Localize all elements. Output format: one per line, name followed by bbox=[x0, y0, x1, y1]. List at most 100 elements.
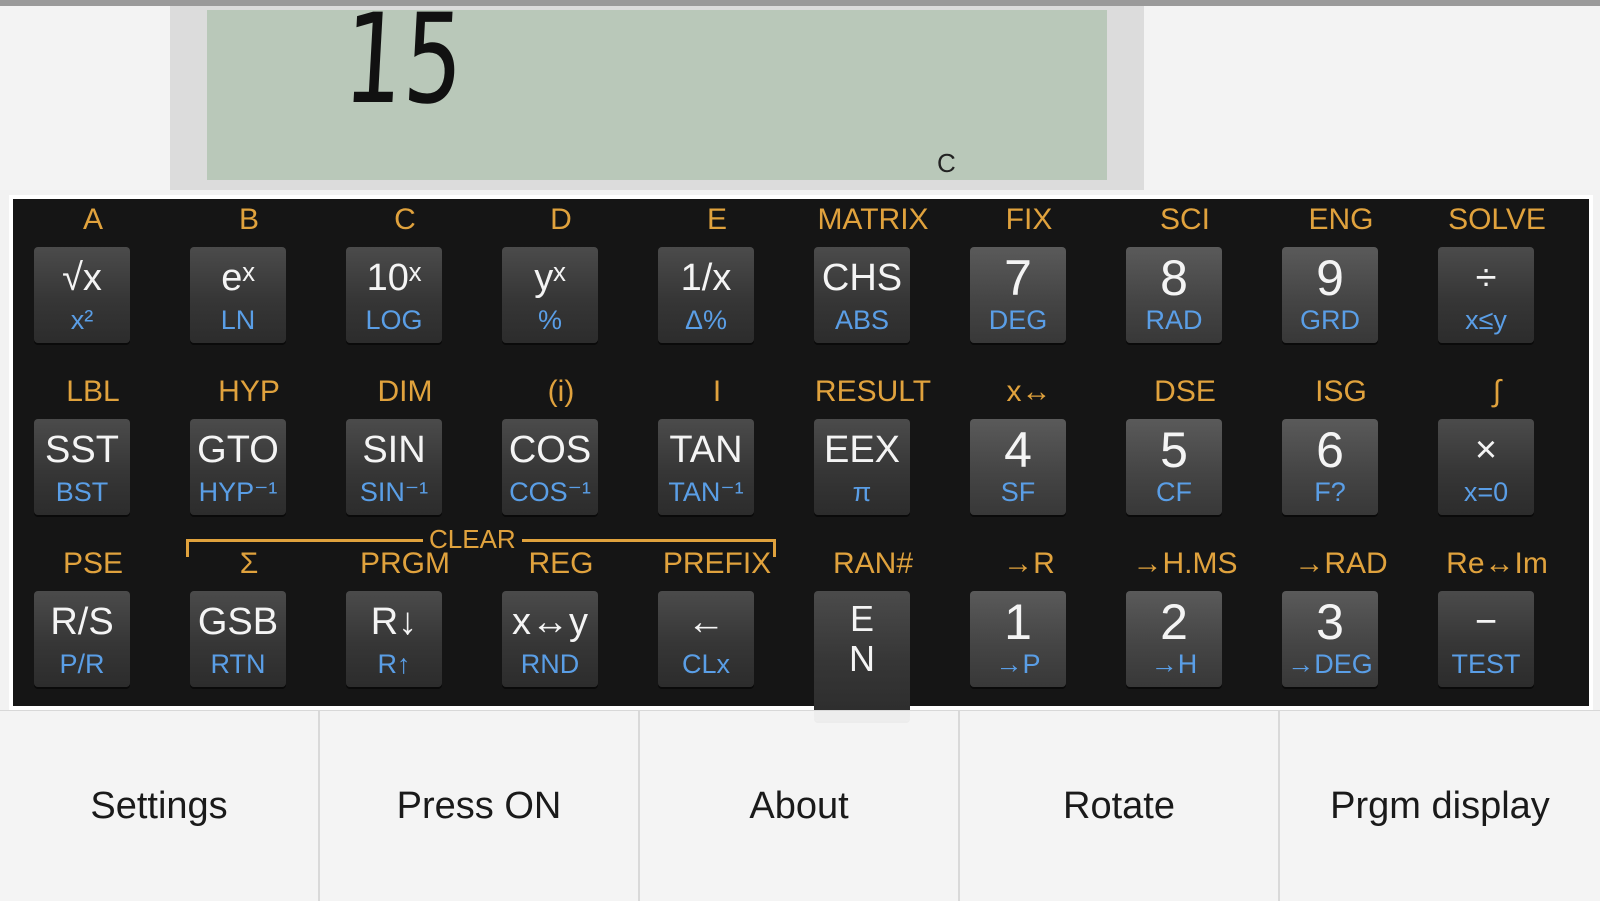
key-sqrt[interactable]: A √x x² bbox=[13, 199, 173, 371]
key-cap[interactable]: 6 F? bbox=[1282, 419, 1378, 515]
key-gold-label: →R bbox=[1003, 547, 1055, 580]
key-cap[interactable]: 1 →P bbox=[970, 591, 1066, 687]
key-cap[interactable]: GSB RTN bbox=[190, 591, 286, 687]
key-1[interactable]: →R 1 →P bbox=[949, 543, 1109, 715]
key-cap[interactable]: CHS ABS bbox=[814, 247, 910, 343]
key-cap[interactable]: 8 RAD bbox=[1126, 247, 1222, 343]
key-cap[interactable]: 3 →DEG bbox=[1282, 591, 1378, 687]
menu-rotate[interactable]: Rotate bbox=[960, 711, 1280, 901]
key-main-label: SST bbox=[45, 429, 119, 471]
display-value: 15 bbox=[339, 0, 470, 132]
key-cap[interactable]: R/S P/R bbox=[34, 591, 130, 687]
key-cap[interactable]: √x x² bbox=[34, 247, 130, 343]
menu-settings[interactable]: Settings bbox=[0, 711, 320, 901]
key-4[interactable]: x↔ 4 SF bbox=[949, 371, 1109, 543]
key-gold-label: RESULT bbox=[814, 375, 932, 408]
key-cap[interactable]: yˣ% bbox=[502, 247, 598, 343]
key-cap[interactable]: 9 GRD bbox=[1282, 247, 1378, 343]
key-gold-label: ∫ bbox=[1492, 375, 1502, 408]
keypad: A √x x² B eˣ LN C 10ˣ LOG D yˣ% E 1/x Δ% MAT… bbox=[9, 195, 1593, 721]
key-ten-power-x[interactable]: C 10ˣ LOG bbox=[325, 199, 485, 371]
key-main-label: x↔y bbox=[512, 601, 588, 643]
key-3[interactable]: →RAD 3 →DEG bbox=[1261, 543, 1421, 715]
key-cap[interactable]: ÷ x≤y bbox=[1438, 247, 1534, 343]
key-blue-label: LN bbox=[220, 305, 256, 335]
key-6[interactable]: ISG 6 F? bbox=[1261, 371, 1421, 543]
key-cap[interactable]: EEX π bbox=[814, 419, 910, 515]
key-main-label: GSB bbox=[197, 601, 279, 643]
key-blue-label: CLx bbox=[681, 649, 730, 679]
key-cap[interactable]: − TEST bbox=[1438, 591, 1534, 687]
key-tan[interactable]: I TAN TAN⁻¹ bbox=[637, 371, 797, 543]
key-main-label: 3 bbox=[1316, 594, 1344, 650]
key-cap[interactable]: x↔y RND bbox=[502, 591, 598, 687]
key-cap[interactable]: 5 CF bbox=[1126, 419, 1222, 515]
key-run-stop[interactable]: PSE R/S P/R bbox=[13, 543, 173, 715]
key-5[interactable]: DSE 5 CF bbox=[1105, 371, 1265, 543]
key-cap[interactable]: 10ˣ LOG bbox=[346, 247, 442, 343]
key-cap[interactable]: ← CLx bbox=[658, 591, 754, 687]
key-y-power-x[interactable]: D yˣ% bbox=[481, 199, 641, 371]
key-gold-label: MATRIX bbox=[817, 203, 929, 236]
key-main-label: 10ˣ bbox=[366, 257, 422, 299]
key-cap[interactable]: 4 SF bbox=[970, 419, 1066, 515]
key-8[interactable]: SCI 8 RAD bbox=[1105, 199, 1265, 371]
key-main-label: ÷ bbox=[1475, 257, 1497, 299]
key-blue-label: F? bbox=[1314, 477, 1346, 507]
key-main-label: EEX bbox=[823, 429, 901, 471]
key-gold-label: DIM bbox=[377, 375, 433, 408]
key-cap[interactable]: E N bbox=[814, 591, 910, 721]
key-blue-label: DEG bbox=[988, 305, 1048, 335]
key-9[interactable]: ENG 9 GRD bbox=[1261, 199, 1421, 371]
key-main-label: 7 bbox=[1004, 250, 1032, 306]
key-gold-label: PRGM bbox=[360, 547, 450, 580]
key-blue-label: →H bbox=[1150, 649, 1198, 679]
key-reciprocal[interactable]: E 1/x Δ% bbox=[637, 199, 797, 371]
key-gold-label: REG bbox=[528, 547, 594, 580]
key-cap[interactable]: SIN SIN⁻¹ bbox=[346, 419, 442, 515]
key-backspace[interactable]: PREFIX ← CLx bbox=[637, 543, 797, 715]
key-blue-label: CF bbox=[1156, 477, 1192, 507]
key-cap[interactable]: SST BST bbox=[34, 419, 130, 515]
key-divide[interactable]: SOLVE ÷ x≤y bbox=[1417, 199, 1577, 371]
key-cap[interactable]: R↓ R↑ bbox=[346, 591, 442, 687]
key-enter[interactable]: RAN# E N bbox=[793, 543, 953, 721]
key-cap[interactable]: GTO HYP⁻¹ bbox=[190, 419, 286, 515]
key-main-label: 5 bbox=[1160, 422, 1188, 478]
key-eex[interactable]: RESULT EEX π bbox=[793, 371, 953, 543]
key-cos[interactable]: (i) COS COS⁻¹ bbox=[481, 371, 641, 543]
key-roll-down[interactable]: PRGM R↓ R↑ bbox=[325, 543, 485, 715]
key-gold-label: Σ bbox=[239, 547, 259, 580]
key-cap[interactable]: 1/x Δ% bbox=[658, 247, 754, 343]
key-blue-label: HYP⁻¹ bbox=[198, 477, 278, 507]
menu-prgm-display[interactable]: Prgm display bbox=[1280, 711, 1600, 901]
key-subtract[interactable]: Re↔Im − TEST bbox=[1417, 543, 1577, 715]
key-cap[interactable]: 2 →H bbox=[1126, 591, 1222, 687]
key-gold-label: FIX bbox=[1005, 203, 1053, 236]
key-chs[interactable]: MATRIX CHS ABS bbox=[793, 199, 953, 371]
key-blue-label: RND bbox=[520, 649, 580, 679]
key-cap[interactable]: eˣ LN bbox=[190, 247, 286, 343]
key-main-label: eˣ bbox=[221, 257, 255, 299]
key-gto[interactable]: HYP GTO HYP⁻¹ bbox=[169, 371, 329, 543]
key-blue-label: π bbox=[852, 477, 872, 507]
key-cap[interactable]: COS COS⁻¹ bbox=[502, 419, 598, 515]
key-sin[interactable]: DIM SIN SIN⁻¹ bbox=[325, 371, 485, 543]
key-cap[interactable]: × x=0 bbox=[1438, 419, 1534, 515]
key-cap[interactable]: 7 DEG bbox=[970, 247, 1066, 343]
key-blue-label: GRD bbox=[1300, 305, 1360, 335]
key-sst[interactable]: LBL SST BST bbox=[13, 371, 173, 543]
key-swap-xy[interactable]: REG x↔y RND bbox=[481, 543, 641, 715]
key-blue-label: BST bbox=[55, 477, 109, 507]
key-2[interactable]: →H.MS 2 →H bbox=[1105, 543, 1265, 715]
key-gold-label: C bbox=[394, 203, 416, 236]
key-gold-label: (i) bbox=[547, 375, 575, 408]
key-cap[interactable]: TAN TAN⁻¹ bbox=[658, 419, 754, 515]
key-gsb[interactable]: Σ GSB RTN bbox=[169, 543, 329, 715]
menu-press-on[interactable]: Press ON bbox=[320, 711, 640, 901]
key-main-label: 4 bbox=[1004, 422, 1032, 478]
menu-about[interactable]: About bbox=[640, 711, 960, 901]
key-e-power-x[interactable]: B eˣ LN bbox=[169, 199, 329, 371]
key-multiply[interactable]: ∫ × x=0 bbox=[1417, 371, 1577, 543]
key-7[interactable]: FIX 7 DEG bbox=[949, 199, 1109, 371]
